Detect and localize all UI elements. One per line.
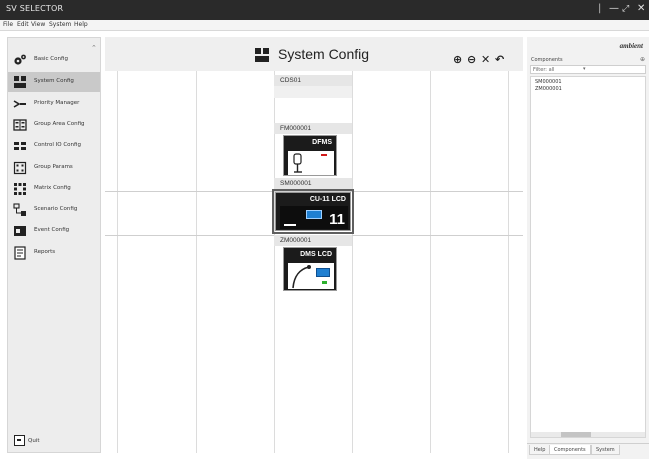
menu-bar: File Edit View System Help: [0, 20, 649, 31]
node-label-fm000001[interactable]: FM000001: [274, 123, 352, 134]
device-dfms[interactable]: DFMS: [283, 135, 337, 176]
minimize-button[interactable]: —: [609, 2, 619, 16]
grid-line: [430, 71, 431, 453]
exit-icon: [14, 435, 25, 446]
tree-item[interactable]: SM000001: [535, 79, 562, 85]
lcd-screen: [306, 210, 322, 219]
tab-help[interactable]: Help: [529, 445, 551, 455]
node-label-cds01[interactable]: CDS01: [274, 75, 352, 86]
sidebar-item-scenario-config[interactable]: Scenario Config: [8, 200, 100, 220]
control-io-icon: [14, 142, 26, 150]
sidebar-item-reports[interactable]: Reports: [8, 243, 100, 263]
status-led: [321, 154, 327, 156]
device-name: DMS LCD: [300, 251, 332, 258]
window-controls-separator: |: [598, 3, 602, 14]
group-params-icon: [13, 161, 27, 175]
group-area-icon: [13, 119, 27, 131]
device-digits: 11: [329, 211, 345, 228]
gooseneck-microphone-icon: [292, 265, 311, 289]
tree-item[interactable]: ZM000001: [535, 86, 562, 92]
tab-system[interactable]: System: [591, 445, 620, 455]
microphone-icon: [293, 153, 302, 173]
device-name: CU-11 LCD: [309, 196, 346, 203]
device-cu-11-lcd[interactable]: CU-11 LCD 11: [272, 189, 354, 234]
pin-icon[interactable]: ⊕: [640, 56, 645, 63]
grid-line: [117, 71, 118, 453]
device-dms-lcd[interactable]: DMS LCD: [283, 247, 337, 291]
node-cds01[interactable]: [274, 86, 352, 98]
sidebar-item-label: Matrix Config: [34, 185, 71, 191]
reports-icon: [14, 246, 26, 260]
page-title: System Config: [278, 46, 370, 62]
menu-edit[interactable]: Edit: [17, 21, 29, 28]
close-window-button[interactable]: ✕: [637, 2, 645, 16]
panel-title: Components: [531, 57, 563, 63]
event-icon: [14, 226, 26, 236]
sidebar-item-group-area-config[interactable]: Group Area Config: [8, 115, 100, 135]
chevron-down-icon: ▾: [583, 66, 586, 72]
sidebar-item-event-config[interactable]: Event Config: [8, 221, 100, 241]
node-label-zm000001[interactable]: ZM000001: [274, 235, 352, 246]
scrollbar-thumb[interactable]: [561, 432, 591, 437]
scenario-icon: [13, 203, 26, 216]
menu-system[interactable]: System: [49, 21, 71, 28]
filter-label: Filter: all: [533, 67, 555, 73]
panel-tabs: Help Components System: [527, 443, 649, 455]
grid-line: [196, 71, 197, 453]
sidebar-item-label: System Config: [34, 78, 74, 84]
menu-view[interactable]: View: [31, 21, 45, 28]
brand-logo: ambient: [619, 42, 643, 50]
window-title: SV SELECTOR: [6, 4, 64, 13]
system-canvas[interactable]: CDS01 FM000001 DFMS SM000001 CU-11 LCD 1…: [105, 71, 523, 453]
sidebar-item-matrix-config[interactable]: Matrix Config: [8, 179, 100, 199]
sidebar-item-basic-config[interactable]: Basic Config: [8, 50, 100, 70]
sidebar-item-label: Scenario Config: [34, 206, 78, 212]
horizontal-scrollbar[interactable]: [531, 432, 645, 437]
zoom-in-icon[interactable]: ⊕: [453, 54, 462, 66]
node-label-sm000001[interactable]: SM000001: [274, 178, 352, 189]
matrix-icon: [14, 183, 26, 195]
sidebar-item-label: Reports: [34, 249, 56, 255]
device-name: DFMS: [312, 139, 332, 146]
sidebar-item-label: Priority Manager: [34, 100, 80, 106]
sidebar-item-label: Group Area Config: [34, 121, 85, 127]
sidebar-item-group-params[interactable]: Group Params: [8, 158, 100, 178]
sidebar-item-label: Basic Config: [34, 56, 68, 62]
system-config-icon: [14, 76, 26, 88]
quit-button[interactable]: Quit: [14, 435, 54, 449]
sidebar-item-control-io-config[interactable]: Control IO Config: [8, 136, 100, 156]
sidebar-item-label: Event Config: [34, 227, 70, 233]
zoom-out-icon[interactable]: ⊖: [467, 54, 476, 66]
maximize-button[interactable]: ⤢: [622, 2, 629, 16]
grid-line: [352, 71, 353, 453]
filter-dropdown[interactable]: Filter: all ▾: [530, 65, 646, 74]
sidebar-item-priority-manager[interactable]: Priority Manager: [8, 94, 100, 114]
component-tree[interactable]: SM000001 ZM000001: [530, 76, 646, 438]
sidebar-item-label: Group Params: [34, 164, 73, 170]
components-panel: ambient Components ⊕ Filter: all ▾ SM000…: [527, 37, 649, 459]
device-indicator: [284, 224, 296, 226]
grid-line: [508, 71, 509, 453]
system-config-icon: [255, 48, 269, 62]
sidebar-item-label: Control IO Config: [34, 142, 81, 148]
tab-components[interactable]: Components: [549, 445, 591, 455]
lcd-screen: [316, 268, 330, 277]
menu-help[interactable]: Help: [74, 21, 88, 28]
undo-icon[interactable]: ↶: [495, 54, 504, 66]
page-header: System Config ⊕ ⊖ ✕ ↶: [105, 37, 523, 71]
quit-label: Quit: [28, 438, 40, 444]
priority-icon: [13, 100, 26, 108]
title-bar: SV SELECTOR | — ⤢ ✕: [0, 0, 649, 20]
close-icon[interactable]: ✕: [481, 54, 490, 66]
sidebar-item-system-config[interactable]: System Config: [8, 72, 100, 92]
menu-file[interactable]: File: [3, 21, 13, 28]
sidebar: ⌃ Basic Config System Config Priority Ma…: [7, 37, 101, 453]
status-led: [322, 281, 327, 284]
gears-icon: [14, 54, 26, 65]
